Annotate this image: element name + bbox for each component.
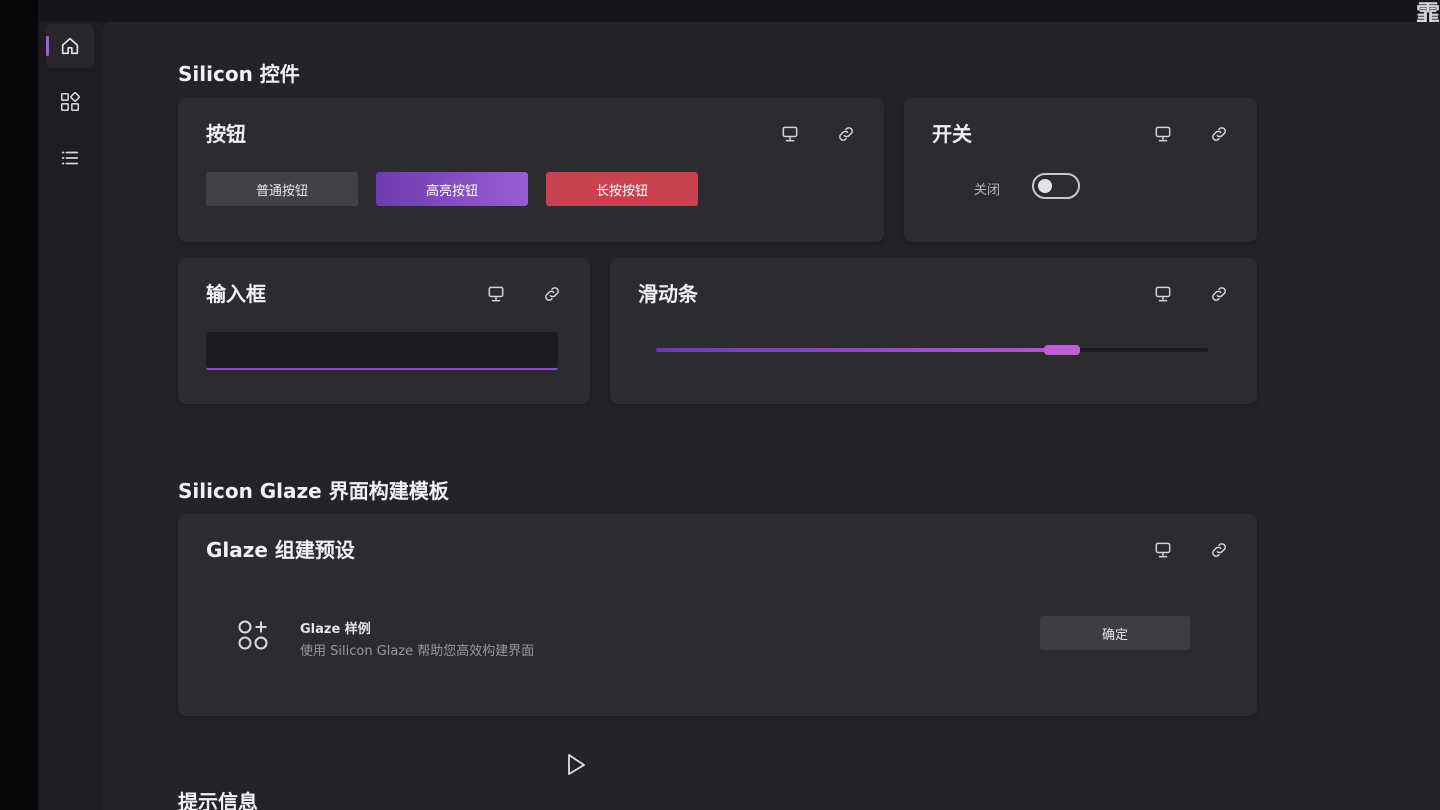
- title-bar: [38, 0, 1440, 22]
- slider-thumb[interactable]: [1044, 345, 1081, 355]
- glaze-item-description: 使用 Silicon Glaze 帮助您高效构建界面: [300, 644, 535, 659]
- card-glaze: Glaze 组建预设 Glaze 样例 使用 Silicon Glaze 帮助您…: [178, 514, 1257, 716]
- widgets-icon: [60, 92, 80, 112]
- home-icon: [61, 37, 79, 55]
- section-title-tips: 提示信息: [178, 790, 258, 810]
- card-title: 按钮: [206, 122, 246, 146]
- monitor-icon[interactable]: [778, 122, 802, 146]
- card-title: 滑动条: [638, 282, 698, 306]
- monitor-icon[interactable]: [1151, 538, 1175, 562]
- link-icon[interactable]: [834, 122, 858, 146]
- card-buttons: 按钮 普通按钮 高亮按钮 长按按钮: [178, 98, 884, 242]
- section-title-glaze: Silicon Glaze 界面构建模板: [178, 475, 461, 510]
- section-title-controls: Silicon 控件: [178, 58, 312, 93]
- card-slider: 滑动条: [610, 258, 1257, 404]
- nav-item-widgets[interactable]: [46, 80, 94, 124]
- card-title: Glaze 组建预设: [206, 538, 355, 562]
- highlight-button[interactable]: 高亮按钮: [376, 172, 528, 206]
- nav-item-list[interactable]: [46, 136, 94, 180]
- nav-item-home[interactable]: [46, 24, 94, 68]
- slider-fill: [656, 348, 1065, 352]
- text-input-field[interactable]: [206, 332, 558, 370]
- switch-state-label: 关闭: [974, 183, 1001, 198]
- card-switch: 开关 关闭: [904, 98, 1257, 242]
- monitor-icon[interactable]: [484, 282, 508, 306]
- slider-track[interactable]: [656, 345, 1208, 355]
- long-press-button[interactable]: 长按按钮: [546, 172, 698, 206]
- card-title: 输入框: [206, 282, 266, 306]
- link-icon[interactable]: [1207, 538, 1231, 562]
- monitor-icon[interactable]: [1151, 122, 1175, 146]
- nav-rail: [38, 22, 102, 810]
- link-icon[interactable]: [540, 282, 564, 306]
- normal-button[interactable]: 普通按钮: [206, 172, 358, 206]
- window-edge: [0, 0, 38, 810]
- switch-knob: [1038, 179, 1052, 193]
- glaze-item-title: Glaze 样例: [300, 622, 371, 637]
- link-icon[interactable]: [1207, 282, 1231, 306]
- list-icon: [61, 151, 79, 165]
- monitor-icon[interactable]: [1151, 282, 1175, 306]
- confirm-button[interactable]: 确定: [1040, 616, 1190, 650]
- apps-add-icon: [238, 620, 268, 650]
- switch-toggle[interactable]: [1032, 173, 1080, 199]
- main-content: Silicon 控件 按钮 普通按钮 高亮按钮 长按按钮 开关 关闭 输入框 滑…: [102, 22, 1440, 810]
- card-title: 开关: [932, 122, 972, 146]
- card-input: 输入框: [178, 258, 590, 404]
- link-icon[interactable]: [1207, 122, 1231, 146]
- pointer-cursor-icon: [568, 754, 585, 775]
- active-indicator: [46, 36, 49, 56]
